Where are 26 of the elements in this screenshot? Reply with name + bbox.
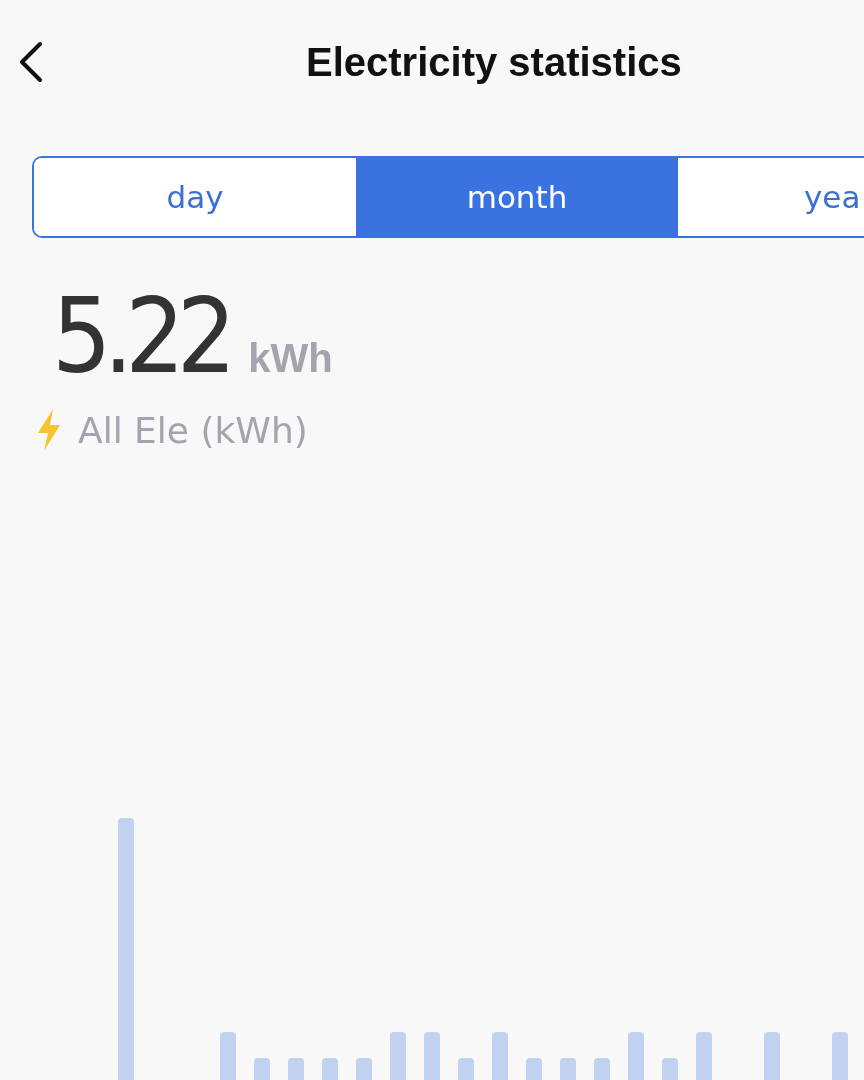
chart-bar <box>458 1058 474 1080</box>
chart-bar <box>254 1058 270 1080</box>
total-value: 5.22 <box>52 282 229 392</box>
chart-bar <box>662 1058 678 1080</box>
period-tab[interactable]: yea <box>678 158 864 236</box>
period-tab[interactable]: month <box>356 158 678 236</box>
chart-bar <box>288 1058 304 1080</box>
total-unit: kWh <box>248 336 333 381</box>
chart-bar <box>628 1032 644 1080</box>
chart-bar <box>594 1058 610 1080</box>
chart-bar <box>492 1032 508 1080</box>
chart-bar <box>832 1032 848 1080</box>
chart-bar <box>390 1032 406 1080</box>
screen-title: Electricity statistics <box>306 39 682 85</box>
period-tab[interactable]: day <box>34 158 356 236</box>
chart-bar <box>696 1032 712 1080</box>
chart-bar <box>764 1032 780 1080</box>
chart-bar <box>356 1058 372 1080</box>
back-icon <box>18 41 44 83</box>
chart-bar <box>220 1032 236 1080</box>
chart-bar <box>560 1058 576 1080</box>
chart-bar <box>526 1058 542 1080</box>
chart-bar <box>322 1058 338 1080</box>
chart-bar <box>424 1032 440 1080</box>
legend-label: All Ele (kWh) <box>78 409 308 451</box>
lightning-icon <box>36 409 62 452</box>
